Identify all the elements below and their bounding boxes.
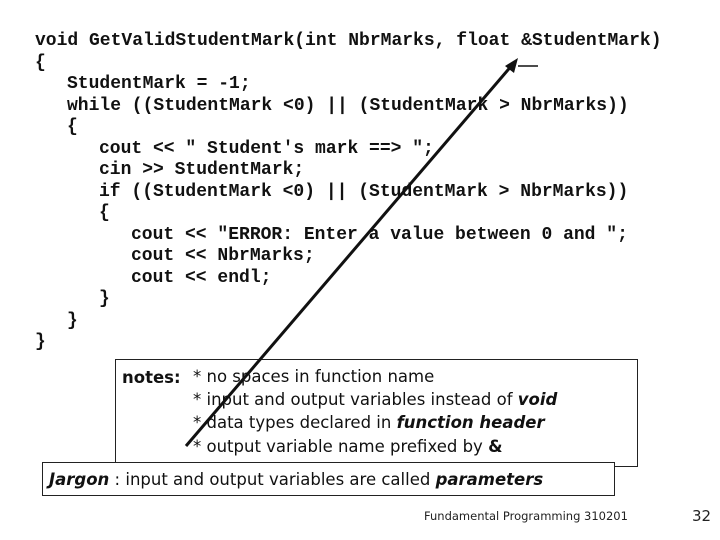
- annotation-arrow: [184, 58, 538, 447]
- arrow-shaft: [184, 63, 515, 447]
- page-number: 32: [692, 507, 712, 525]
- footer-course: Fundamental Programming 310201: [424, 509, 628, 523]
